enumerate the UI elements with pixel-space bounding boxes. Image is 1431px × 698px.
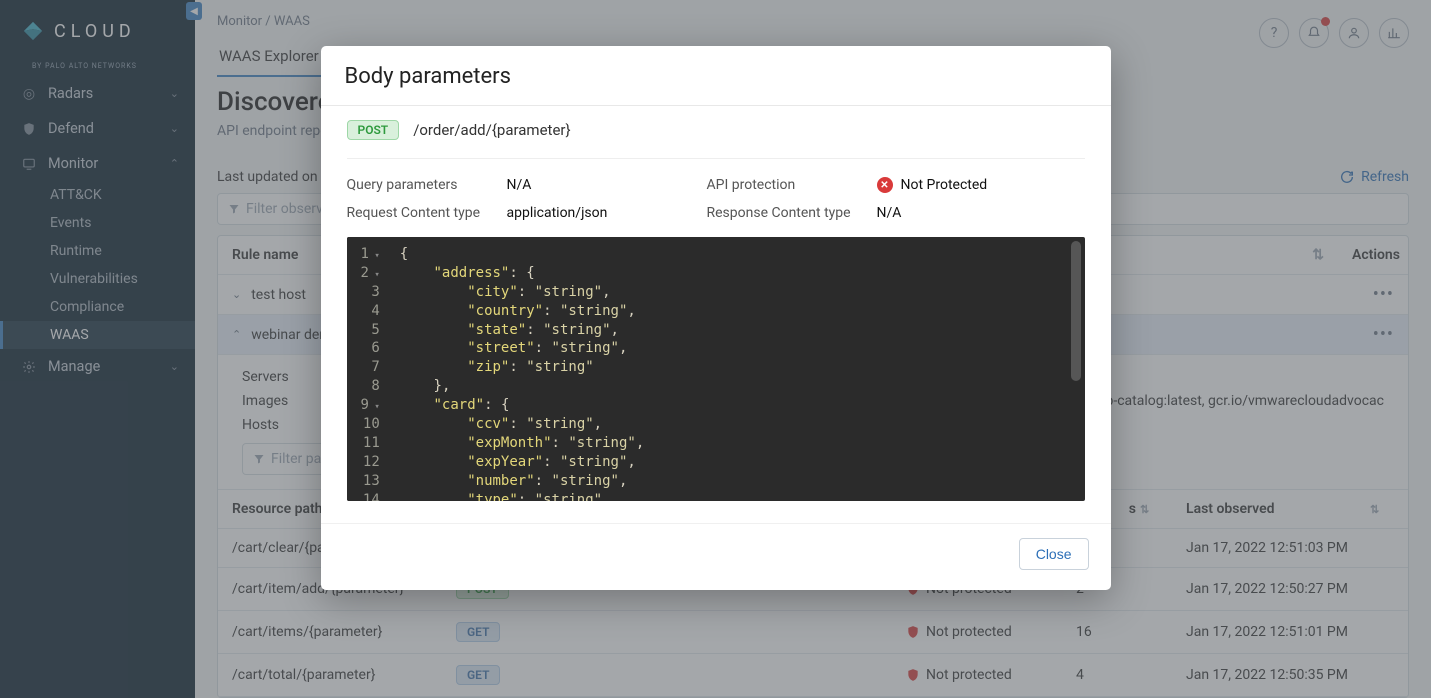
api-protection-value: ✕ Not Protected bbox=[877, 177, 1085, 193]
not-protected-icon: ✕ bbox=[877, 177, 893, 193]
modal-overlay[interactable]: Body parameters POST /order/add/{paramet… bbox=[0, 0, 1431, 698]
code-content[interactable]: { "address": { "city": "string", "countr… bbox=[390, 237, 1067, 501]
method-badge: POST bbox=[347, 120, 400, 140]
code-viewer: 1234567891011121314 { "address": { "city… bbox=[347, 237, 1085, 501]
body-parameters-modal: Body parameters POST /order/add/{paramet… bbox=[321, 46, 1111, 590]
endpoint-path: /order/add/{parameter} bbox=[413, 121, 570, 139]
query-params-value: N/A bbox=[507, 177, 707, 193]
request-content-type-label: Request Content type bbox=[347, 205, 507, 221]
api-protection-label: API protection bbox=[707, 177, 877, 193]
response-content-type-label: Response Content type bbox=[707, 205, 877, 221]
close-button[interactable]: Close bbox=[1019, 538, 1089, 570]
modal-title: Body parameters bbox=[321, 46, 1111, 106]
query-params-label: Query parameters bbox=[347, 177, 507, 193]
response-content-type-value: N/A bbox=[877, 205, 1085, 221]
code-gutter: 1234567891011121314 bbox=[347, 237, 390, 501]
request-content-type-value: application/json bbox=[507, 205, 707, 221]
scrollbar[interactable] bbox=[1071, 241, 1081, 381]
